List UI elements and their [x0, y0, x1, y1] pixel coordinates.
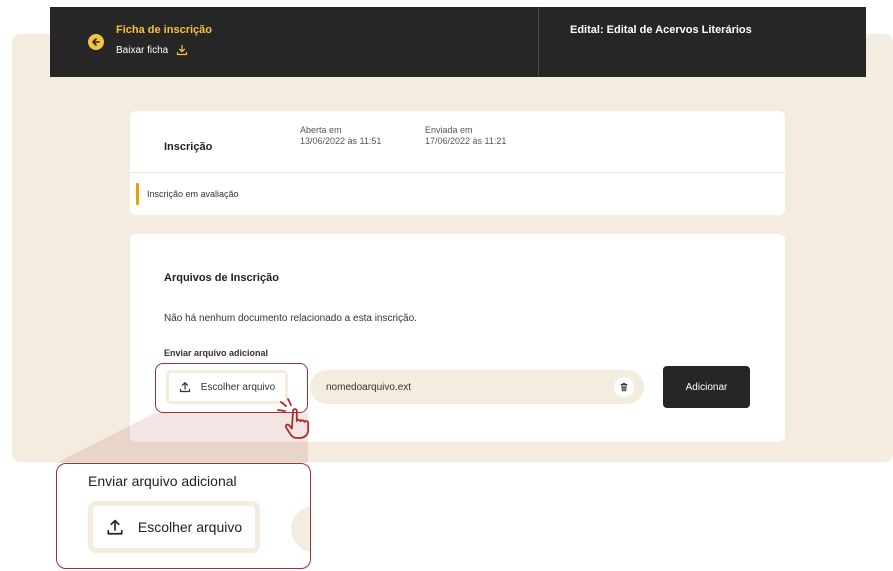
upload-icon: [107, 519, 123, 535]
download-icon: [177, 44, 188, 56]
status-divider: [130, 172, 785, 173]
opened-value: 13/06/2022 às 11:51: [300, 136, 382, 146]
remove-file-button[interactable]: [614, 377, 634, 397]
sent-label: Enviada em: [425, 125, 473, 135]
hand-pointer-icon: [277, 398, 310, 439]
file-name-field[interactable]: nomedoarquivo.ext: [310, 370, 644, 404]
header-title: Ficha de inscrição: [116, 24, 212, 36]
back-button[interactable]: [88, 34, 104, 50]
zoom-send-label: Enviar arquivo adicional: [88, 473, 237, 489]
trash-icon: [620, 383, 628, 392]
empty-message: Não há nenhum documento relacionado a es…: [164, 313, 417, 324]
header-divider: [538, 7, 539, 77]
status-indicator: [136, 183, 139, 205]
zoom-choose-file-label: Escolher arquivo: [137, 519, 243, 535]
edital-title: Edital: Edital de Acervos Literários: [570, 24, 752, 36]
file-name-text: nomedoarquivo.ext: [326, 381, 412, 393]
opened-label: Aberta em: [300, 125, 342, 135]
zoom-file-field-edge: [291, 506, 310, 552]
sent-value: 17/06/2022 às 11:21: [425, 136, 507, 146]
status-text: Inscrição em avaliação: [147, 189, 239, 199]
files-title: Arquivos de Inscrição: [164, 272, 279, 284]
zoom-preview: Enviar arquivo adicional Escolher arquiv…: [56, 463, 311, 569]
zoom-choose-file-button: Escolher arquivo: [88, 501, 260, 553]
arrow-left-icon: [92, 38, 100, 46]
download-label: Baixar ficha: [116, 44, 169, 56]
download-form-link[interactable]: Baixar ficha: [116, 44, 188, 56]
registration-status-card: Inscrição Aberta em 13/06/2022 às 11:51 …: [130, 111, 785, 215]
page-header: Ficha de inscrição Baixar ficha Edital: …: [50, 7, 866, 77]
add-button[interactable]: Adicionar: [663, 366, 750, 408]
registration-label: Inscrição: [164, 141, 213, 153]
send-additional-label: Enviar arquivo adicional: [164, 348, 269, 358]
